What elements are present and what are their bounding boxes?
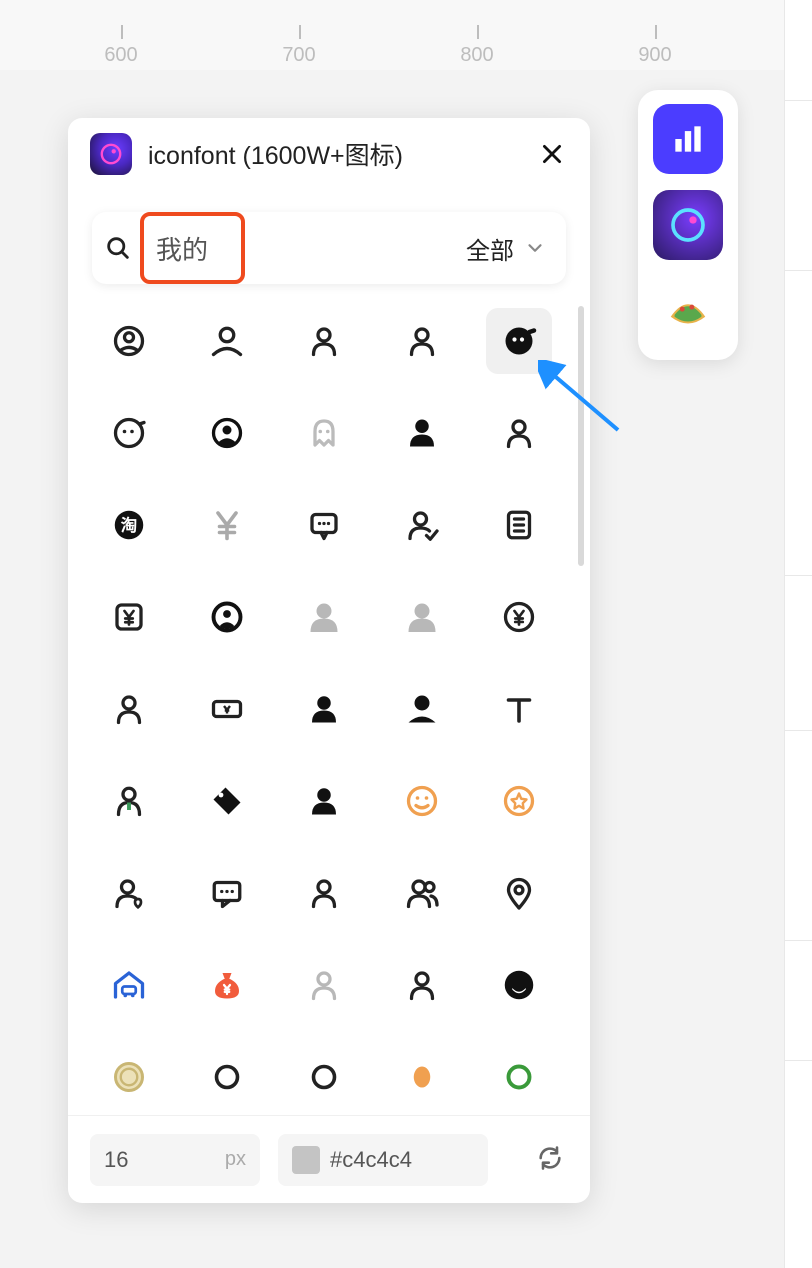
plugin-taco-icon[interactable]: [653, 276, 723, 346]
chevron-down-icon: [524, 237, 546, 259]
icon-taobao-bubble[interactable]: 淘: [96, 492, 162, 558]
icon-circle-green[interactable]: [486, 1044, 552, 1110]
ruler-tick-label: 900: [638, 44, 671, 67]
icon-coin[interactable]: [96, 1044, 162, 1110]
icon-user-heart[interactable]: [96, 860, 162, 926]
filter-dropdown-label[interactable]: 全部: [466, 231, 514, 266]
icon-user-outline-grey[interactable]: [291, 952, 357, 1018]
ruler-tick: [299, 25, 301, 39]
icon-user-outline-2[interactable]: [389, 308, 455, 374]
icon-user-profile-solid[interactable]: [389, 400, 455, 466]
icon-user-circle-o[interactable]: [96, 308, 162, 374]
icon-chat-bubble[interactable]: [291, 492, 357, 558]
search-icon: [104, 234, 132, 262]
icon-face-chat-outline[interactable]: [96, 400, 162, 466]
color-input-field[interactable]: #c4c4c4: [278, 1134, 488, 1186]
search-input[interactable]: [156, 233, 236, 264]
icon-circle-outline-2[interactable]: [291, 1044, 357, 1110]
icon-list-doc[interactable]: [486, 492, 552, 558]
close-icon: [539, 141, 565, 167]
svg-text:淘: 淘: [121, 515, 138, 535]
icon-face-chat-solid[interactable]: [486, 308, 552, 374]
iconfont-logo-icon: [90, 133, 132, 175]
panel-header: iconfont (1600W+图标): [68, 118, 590, 190]
icon-user-circle-solid[interactable]: [194, 400, 260, 466]
scrollbar-thumb[interactable]: [578, 306, 584, 566]
icon-user-outline-thin[interactable]: [486, 400, 552, 466]
icon-user-outline-wide[interactable]: [194, 308, 260, 374]
icon-grid: 淘: [86, 300, 572, 1115]
plugin-radar-icon[interactable]: [653, 190, 723, 260]
icon-user-check[interactable]: [389, 492, 455, 558]
search-box[interactable]: 全部: [92, 212, 566, 284]
plugin-chart-icon[interactable]: [653, 104, 723, 174]
refresh-icon: [536, 1144, 564, 1172]
close-button[interactable]: [536, 138, 568, 170]
ruler-tick: [477, 25, 479, 39]
icon-user-outline-3[interactable]: [96, 676, 162, 742]
icon-ghost[interactable]: [291, 400, 357, 466]
size-input-field[interactable]: px: [90, 1134, 260, 1186]
icon-user-outline-4[interactable]: [291, 860, 357, 926]
panel-footer: px #c4c4c4: [68, 1115, 590, 1203]
icon-user-outline-5[interactable]: [389, 952, 455, 1018]
icon-head-grey-2[interactable]: [389, 584, 455, 650]
icon-car-garage[interactable]: [96, 952, 162, 1018]
icon-user-tie[interactable]: [96, 768, 162, 834]
icon-text-T[interactable]: [486, 676, 552, 742]
icon-face-circle-solid[interactable]: [486, 952, 552, 1018]
icon-user-solid[interactable]: [291, 676, 357, 742]
icon-user-solid-2[interactable]: [291, 768, 357, 834]
icon-user-solid-flat[interactable]: [389, 676, 455, 742]
icon-user-outline[interactable]: [291, 308, 357, 374]
icon-money-bag[interactable]: [194, 952, 260, 1018]
ruler-tick-label: 600: [104, 44, 137, 67]
icon-grid-container: 淘: [68, 292, 590, 1115]
icon-yen-card[interactable]: [96, 584, 162, 650]
search-highlight-box: [140, 212, 245, 284]
size-input[interactable]: [104, 1147, 154, 1173]
ruler-tick: [655, 25, 657, 39]
panel-title: iconfont (1600W+图标): [148, 136, 520, 172]
size-unit-label: px: [225, 1148, 246, 1171]
refresh-button[interactable]: [536, 1144, 568, 1176]
icon-circle-outline[interactable]: [194, 1044, 260, 1110]
icon-comment-dots[interactable]: [194, 860, 260, 926]
side-properties-strip: [784, 0, 812, 1268]
icon-tag[interactable]: [194, 768, 260, 834]
ruler-tick-label: 800: [460, 44, 493, 67]
color-hex-label: #c4c4c4: [330, 1147, 412, 1173]
icon-ticket-yen[interactable]: [194, 676, 260, 742]
icon-users-pair[interactable]: [389, 860, 455, 926]
icon-user-ring[interactable]: [194, 584, 260, 650]
color-swatch[interactable]: [292, 1146, 320, 1174]
plugin-toolbar: [638, 90, 738, 360]
icon-map-pin[interactable]: [486, 860, 552, 926]
icon-head-grey[interactable]: [291, 584, 357, 650]
icon-star-circle-orange[interactable]: [486, 768, 552, 834]
ruler-tick: [121, 25, 123, 39]
horizontal-ruler: 600 700 800 900: [0, 0, 812, 70]
icon-dot-orange[interactable]: [389, 1044, 455, 1110]
ruler-tick-label: 700: [282, 44, 315, 67]
icon-yen[interactable]: [194, 492, 260, 558]
search-row: 全部: [68, 190, 590, 292]
icon-smile-orange[interactable]: [389, 768, 455, 834]
iconfont-panel: iconfont (1600W+图标) 全部 淘 px #c4c4c4: [68, 118, 590, 1203]
icon-yen-circle[interactable]: [486, 584, 552, 650]
